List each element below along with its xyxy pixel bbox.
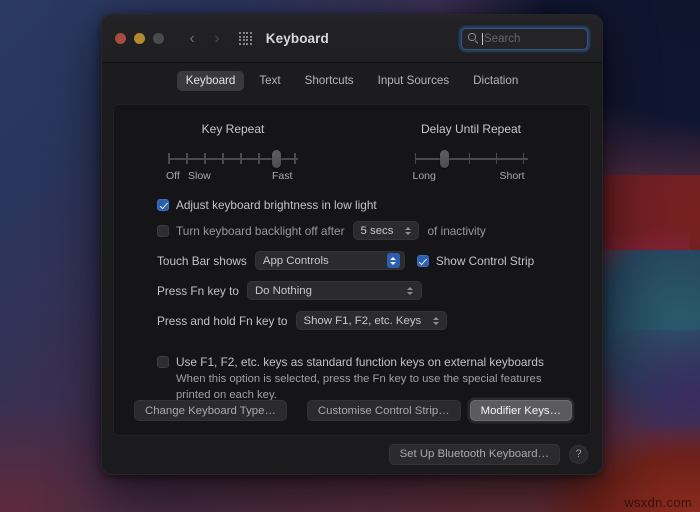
press-fn-row: Press Fn key to Do Nothing	[157, 281, 590, 300]
press-hold-fn-dropdown[interactable]: Show F1, F2, etc. Keys	[295, 311, 448, 330]
press-fn-dropdown[interactable]: Do Nothing	[246, 281, 422, 300]
delay-label-long: Long	[412, 170, 436, 182]
window-title: Keyboard	[265, 31, 329, 46]
watermark: wsxdn.com	[624, 495, 692, 510]
function-keys-section: Use F1, F2, etc. keys as standard functi…	[114, 339, 590, 403]
search-field[interactable]: Search	[461, 27, 588, 50]
key-repeat-label-slow: Slow	[188, 170, 211, 182]
help-button[interactable]: ?	[569, 444, 588, 464]
press-hold-fn-label: Press and hold Fn key to	[157, 313, 288, 328]
customise-control-strip-button[interactable]: Customise Control Strip…	[306, 400, 461, 421]
show-control-strip-checkbox[interactable]	[416, 254, 429, 267]
set-up-bluetooth-keyboard-button[interactable]: Set Up Bluetooth Keyboard…	[388, 443, 560, 465]
delay-until-repeat-slider-labels: Long Short	[412, 170, 528, 184]
delay-until-repeat-slider-block: Delay Until Repeat Long Short	[352, 122, 590, 184]
chevron-updown-icon	[429, 313, 442, 328]
back-chevron-icon[interactable]: ‹	[181, 28, 203, 50]
forward-chevron-icon[interactable]: ›	[206, 28, 228, 50]
search-icon	[468, 33, 479, 45]
tab-text[interactable]: Text	[250, 71, 289, 91]
use-f-keys-label: Use F1, F2, etc. keys as standard functi…	[176, 355, 544, 369]
navigation-buttons: ‹ ›	[181, 28, 228, 50]
show-control-strip-label: Show Control Strip	[435, 253, 535, 268]
chevron-updown-icon	[404, 283, 417, 298]
backlight-off-suffix: of inactivity	[427, 223, 486, 238]
traffic-lights	[115, 33, 164, 44]
show-all-grid-icon[interactable]	[239, 32, 252, 45]
text-caret	[482, 32, 483, 45]
delay-until-repeat-slider-knob[interactable]	[440, 150, 449, 168]
keyboard-settings-panel: Key Repeat Off Slow Fast Delay Until Rep…	[113, 104, 591, 436]
minimize-button[interactable]	[134, 33, 145, 44]
options-section: Adjust keyboard brightness in low light …	[114, 184, 590, 330]
use-f-keys-checkbox[interactable]	[157, 356, 169, 368]
backlight-delay-dropdown[interactable]: 5 secs	[352, 221, 420, 240]
touch-bar-label: Touch Bar shows	[157, 253, 247, 268]
close-button[interactable]	[115, 33, 126, 44]
delay-label-short: Short	[499, 170, 525, 182]
search-placeholder: Search	[484, 32, 521, 45]
key-repeat-label-fast: Fast	[272, 170, 293, 182]
press-fn-value: Do Nothing	[254, 284, 312, 297]
touch-bar-dropdown[interactable]: App Controls	[254, 251, 405, 270]
backlight-delay-value: 5 secs	[360, 224, 394, 237]
change-keyboard-type-button[interactable]: Change Keyboard Type…	[134, 400, 287, 421]
adjust-brightness-row[interactable]: Adjust keyboard brightness in low light	[157, 198, 590, 212]
key-repeat-label: Key Repeat	[201, 122, 265, 136]
press-hold-fn-value: Show F1, F2, etc. Keys	[303, 314, 422, 327]
tab-shortcuts[interactable]: Shortcuts	[296, 71, 363, 91]
backlight-off-checkbox[interactable]	[157, 224, 169, 237]
delay-until-repeat-label: Delay Until Repeat	[420, 122, 522, 136]
key-repeat-label-off: Off	[166, 170, 180, 182]
delay-until-repeat-slider[interactable]	[414, 150, 528, 168]
window-titlebar: ‹ › Keyboard Search	[102, 15, 602, 63]
chevron-updown-icon	[386, 253, 400, 268]
adjust-brightness-checkbox[interactable]	[157, 199, 169, 211]
use-f-keys-description: When this option is selected, press the …	[176, 373, 542, 402]
tab-keyboard[interactable]: Keyboard	[176, 71, 245, 91]
press-fn-label: Press Fn key to	[157, 283, 239, 298]
tab-bar: Keyboard Text Shortcuts Input Sources Di…	[102, 63, 602, 96]
window-footer: Set Up Bluetooth Keyboard… ?	[102, 436, 602, 474]
tab-input-sources[interactable]: Input Sources	[369, 71, 459, 91]
chevron-updown-icon	[401, 223, 414, 238]
adjust-brightness-label: Adjust keyboard brightness in low light	[176, 198, 377, 212]
tab-dictation[interactable]: Dictation	[464, 71, 527, 91]
keyboard-preferences-window: ‹ › Keyboard Search Keyboard Text Shortc…	[101, 14, 603, 475]
backlight-off-row[interactable]: Turn keyboard backlight off after 5 secs…	[157, 221, 590, 240]
press-hold-fn-row: Press and hold Fn key to Show F1, F2, et…	[157, 311, 590, 330]
use-f-keys-row[interactable]: Use F1, F2, etc. keys as standard functi…	[157, 355, 590, 369]
backlight-off-label: Turn keyboard backlight off after	[176, 223, 345, 238]
key-repeat-slider-labels: Off Slow Fast	[166, 170, 298, 184]
sliders-section: Key Repeat Off Slow Fast Delay Until Rep…	[114, 105, 590, 184]
zoom-button[interactable]	[153, 33, 164, 44]
modifier-keys-button[interactable]: Modifier Keys…	[469, 400, 572, 421]
key-repeat-slider-knob[interactable]	[271, 150, 281, 168]
touch-bar-value: App Controls	[262, 254, 329, 267]
key-repeat-slider-block: Key Repeat Off Slow Fast	[114, 122, 352, 184]
panel-button-row: Change Keyboard Type… Customise Control …	[114, 400, 590, 421]
key-repeat-slider[interactable]	[168, 150, 298, 168]
touch-bar-row: Touch Bar shows App Controls Show Contro…	[157, 251, 590, 270]
